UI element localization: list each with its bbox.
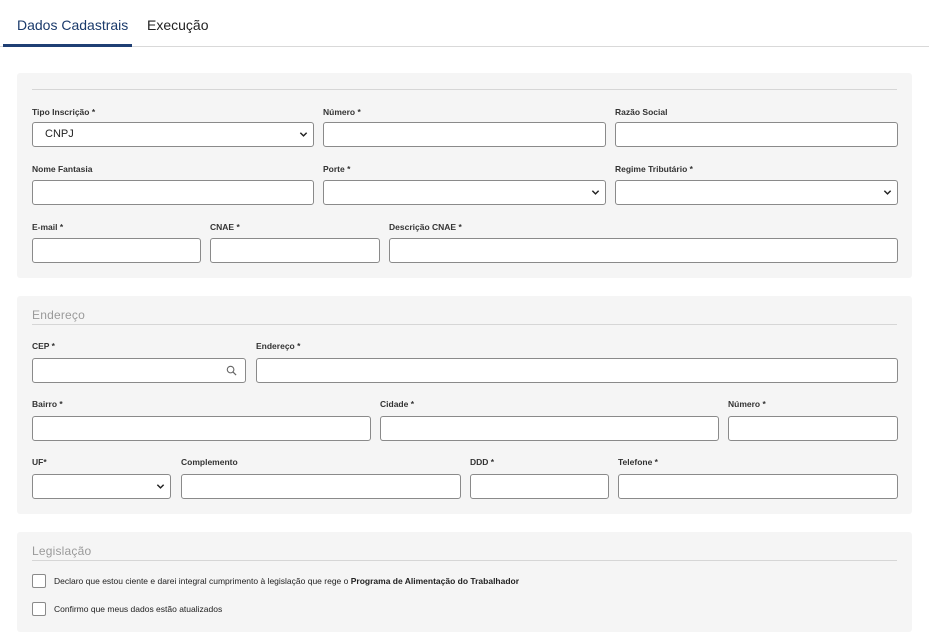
numero-endereco-label: Número * — [728, 399, 766, 409]
tipo-inscricao-label: Tipo Inscrição * — [32, 107, 96, 117]
tab-execucao[interactable]: Execução — [147, 17, 208, 33]
declaro-text-prefix: Declaro que estou ciente e darei integra… — [54, 576, 351, 586]
legislacao-card: Legislação Declaro que estou ciente e da… — [17, 532, 912, 632]
tab-dados-cadastrais[interactable]: Dados Cadastrais — [17, 17, 128, 33]
numero-inscricao-input[interactable] — [323, 122, 606, 147]
section-divider — [32, 89, 897, 90]
email-label: E-mail * — [32, 222, 64, 232]
telefone-label: Telefone * — [618, 457, 658, 467]
search-icon[interactable] — [226, 365, 237, 376]
tipo-inscricao-select[interactable]: CNPJ — [32, 122, 314, 147]
legislacao-section-title: Legislação — [32, 544, 92, 558]
tipo-inscricao-value: CNPJ — [45, 128, 74, 140]
numero-inscricao-label: Número * — [323, 107, 361, 117]
endereco-label: Endereço * — [256, 341, 301, 351]
confirmo-text: Confirmo que meus dados estão atualizado… — [54, 604, 223, 614]
tab-bar: Dados Cadastrais Execução — [0, 0, 929, 47]
active-tab-indicator — [3, 44, 132, 47]
cidade-label: Cidade * — [380, 399, 415, 409]
descricao-cnae-label: Descrição CNAE * — [389, 222, 462, 232]
razao-social-input[interactable] — [615, 122, 898, 147]
numero-endereco-input[interactable] — [728, 416, 898, 441]
cnae-label: CNAE * — [210, 222, 240, 232]
descricao-cnae-input[interactable] — [389, 238, 898, 263]
cep-label: CEP * — [32, 341, 55, 351]
email-input[interactable] — [32, 238, 201, 263]
nome-fantasia-label: Nome Fantasia — [32, 164, 93, 174]
bairro-input[interactable] — [32, 416, 371, 441]
ddd-label: DDD * — [470, 457, 495, 467]
uf-label: UF* — [32, 457, 47, 467]
dados-cadastrais-card: Tipo Inscrição * CNPJ Número * Razão Soc… — [17, 73, 912, 278]
section-divider — [32, 560, 897, 561]
declaro-text: Declaro que estou ciente e darei integra… — [54, 576, 519, 586]
cidade-input[interactable] — [380, 416, 719, 441]
telefone-input[interactable] — [618, 474, 898, 499]
endereco-section-title: Endereço — [32, 308, 85, 322]
cnae-input[interactable] — [210, 238, 380, 263]
declaro-checkbox[interactable] — [32, 574, 46, 588]
regime-tributario-select[interactable] — [615, 180, 898, 205]
chevron-down-icon — [299, 132, 308, 137]
nome-fantasia-input[interactable] — [32, 180, 314, 205]
chevron-down-icon — [883, 190, 892, 195]
chevron-down-icon — [591, 190, 600, 195]
regime-tributario-label: Regime Tributário * — [615, 164, 693, 174]
complemento-label: Complemento — [181, 457, 238, 467]
endereco-input[interactable] — [256, 358, 898, 383]
complemento-input[interactable] — [181, 474, 461, 499]
porte-select[interactable] — [323, 180, 606, 205]
chevron-down-icon — [156, 484, 165, 489]
programa-name: Programa de Alimentação do Trabalhador — [350, 576, 520, 586]
endereco-card: Endereço CEP * Endereço * Bairro * Cidad… — [17, 296, 912, 514]
razao-social-label: Razão Social — [615, 107, 668, 117]
section-divider — [32, 324, 897, 325]
confirmo-checkbox[interactable] — [32, 602, 46, 616]
bairro-label: Bairro * — [32, 399, 63, 409]
porte-label: Porte * — [323, 164, 351, 174]
cep-input[interactable] — [32, 358, 246, 383]
uf-select[interactable] — [32, 474, 171, 499]
ddd-input[interactable] — [470, 474, 609, 499]
